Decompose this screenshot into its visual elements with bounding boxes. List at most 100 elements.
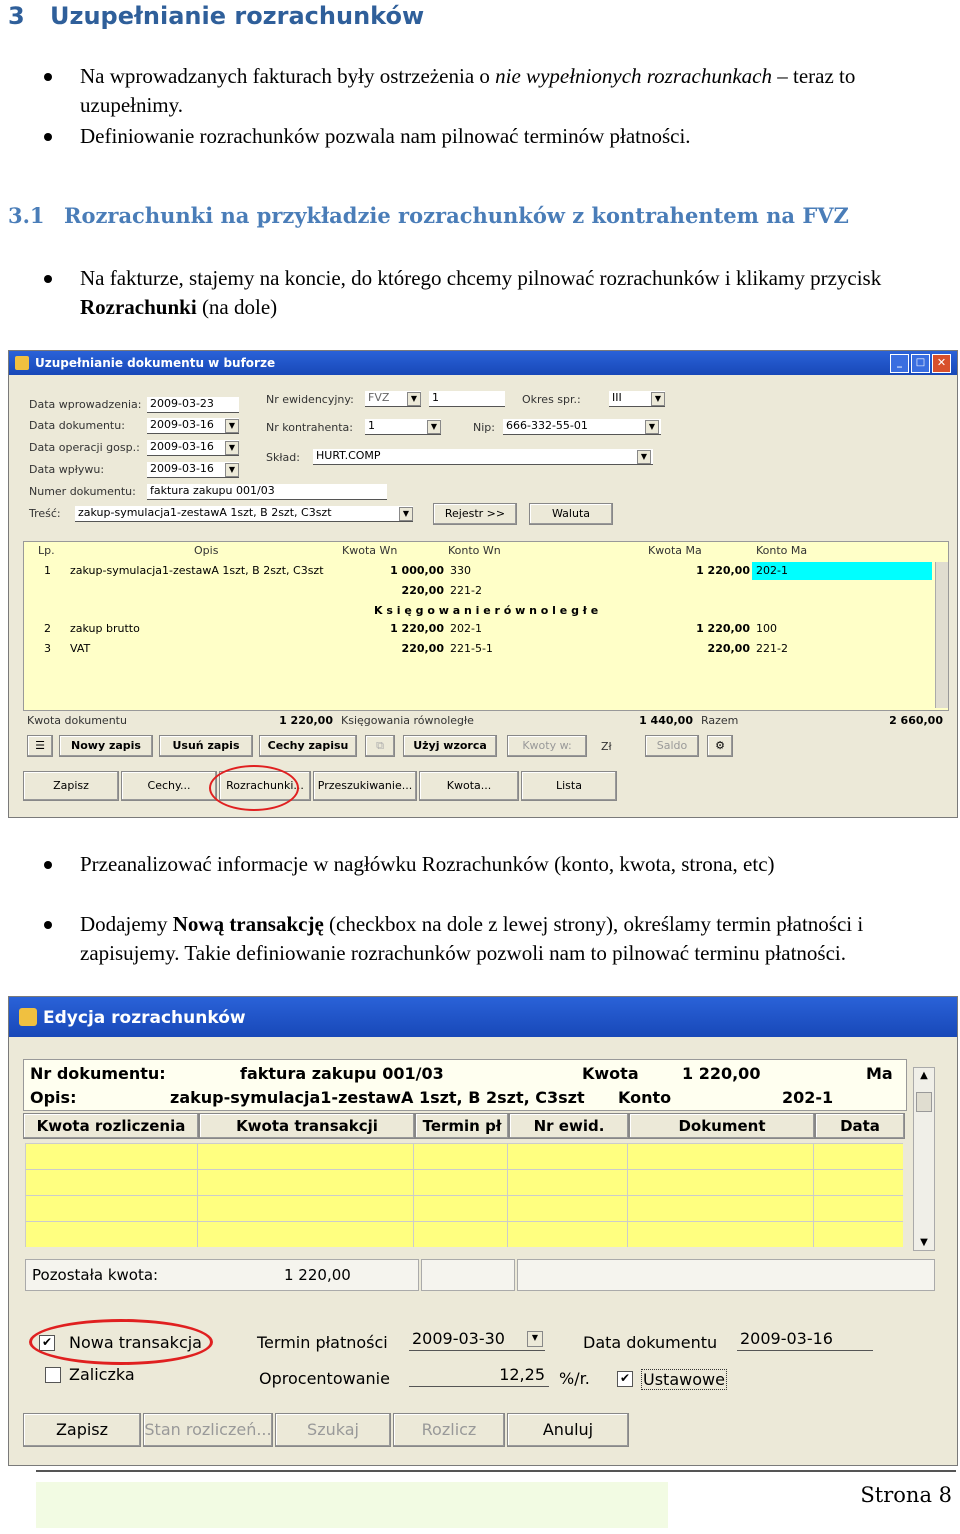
chevron-down-icon[interactable]: ▼ [527, 1331, 543, 1347]
footer-box [36, 1482, 668, 1528]
data-dokumentu-label: Data dokumentu: [29, 419, 125, 432]
data-wprowadzenia-label: Data wprowadzenia: [29, 398, 142, 411]
copy-icon[interactable]: ⧉ [365, 735, 395, 757]
chevron-down-icon[interactable]: ▼ [645, 420, 659, 434]
kwoty-w-button[interactable]: Kwoty w: [507, 735, 587, 757]
nr-ewidencyjny-field[interactable]: 1 [429, 391, 505, 407]
chevron-down-icon[interactable]: ▼ [427, 420, 441, 434]
chevron-down-icon[interactable]: ▼ [407, 392, 421, 406]
bullet-dot [44, 861, 52, 869]
currency-label: Zł [601, 740, 612, 753]
chevron-down-icon[interactable]: ▼ [399, 507, 413, 521]
bullet-dot [44, 73, 52, 81]
waluta-button[interactable]: Waluta [529, 503, 613, 525]
parallel-posting-label: K s i ę g o w a n i e r ó w n o l e g ł … [374, 604, 599, 617]
column-header[interactable]: Dokument [629, 1113, 815, 1139]
settings-icon[interactable]: ⚙ [707, 735, 733, 757]
page-number: Strona 8 [860, 1483, 952, 1507]
kwota-dokumentu-value: 1 220,00 [279, 714, 333, 727]
vertical-scrollbar[interactable] [935, 562, 948, 708]
window-titlebar: Uzupełnianie dokumentu w buforze _ □ ✕ [9, 351, 957, 375]
column-header[interactable]: Kwota transakcji [199, 1113, 415, 1139]
selected-cell[interactable]: 202-1 [752, 562, 932, 580]
table-row[interactable]: 1 zakup-symulacja1-zestawA 1szt, B 2szt,… [24, 562, 948, 580]
settlements-grid[interactable] [25, 1143, 903, 1247]
zaliczka-checkbox[interactable] [45, 1367, 61, 1383]
footer-rule [36, 1470, 956, 1472]
ustawowe-checkbox[interactable]: ✔ [617, 1371, 633, 1387]
oprocentowanie-field[interactable]: 12,25 [409, 1365, 549, 1387]
minimize-icon[interactable]: _ [890, 354, 909, 373]
nip-label: Nip: [473, 421, 495, 434]
ksiegowania-value: 1 440,00 [639, 714, 693, 727]
chevron-down-icon[interactable]: ▼ [225, 463, 239, 477]
app-icon [15, 356, 29, 370]
highlight-circle [209, 765, 299, 811]
zapisz-button[interactable]: Zapisz [23, 771, 119, 801]
table-row[interactable]: 2 zakup brutto 1 220,00 202-1 1 220,00 1… [24, 620, 948, 638]
column-header[interactable]: Kwota rozliczenia [23, 1113, 199, 1139]
maximize-icon[interactable]: □ [911, 354, 930, 373]
zapisz-button[interactable]: Zapisz [23, 1413, 141, 1447]
app-icon [19, 1008, 37, 1026]
bullet-dot [44, 133, 52, 141]
chevron-down-icon[interactable]: ▼ [225, 441, 239, 455]
table-row[interactable]: 220,00 221-2 [24, 582, 948, 600]
saldo-button[interactable]: Saldo [645, 735, 699, 757]
okres-spr-label: Okres spr.: [522, 393, 581, 406]
lista-button[interactable]: Lista [521, 771, 617, 801]
sklad-label: Skład: [266, 451, 300, 464]
chevron-down-icon[interactable]: ▼ [637, 450, 651, 464]
document-buffer-window: Uzupełnianie dokumentu w buforze _ □ ✕ D… [8, 350, 958, 818]
cechy-zapisu-button[interactable]: Cechy zapisu [259, 735, 357, 757]
termin-platnosci-field[interactable]: 2009-03-30 [409, 1329, 545, 1351]
usun-zapis-button[interactable]: Usuń zapis [159, 735, 253, 757]
scroll-thumb[interactable] [916, 1092, 932, 1112]
nowy-zapis-button[interactable]: Nowy zapis [59, 735, 153, 757]
rozlicz-button[interactable]: Rozlicz [393, 1413, 505, 1447]
vertical-scrollbar[interactable]: ▲ ▼ [913, 1067, 935, 1251]
tresc-field[interactable]: zakup-symulacja1-zestawA 1szt, B 2szt, C… [75, 506, 413, 522]
stan-rozliczen-button[interactable]: Stan rozliczeń... [143, 1413, 273, 1447]
nip-field[interactable]: 666-332-55-01 [503, 419, 661, 435]
section-heading: 3 Uzupełnianie rozrachunków [8, 2, 425, 30]
razem-value: 2 660,00 [889, 714, 943, 727]
column-header[interactable]: Nr ewid. [509, 1113, 629, 1139]
edycja-rozrachunkow-window: Edycja rozrachunków Nr dokumentu: faktur… [8, 996, 958, 1466]
menu-icon[interactable]: ☰ [27, 735, 53, 757]
chevron-down-icon[interactable]: ▼ [914, 1237, 934, 1248]
column-header[interactable]: Termin pł [415, 1113, 509, 1139]
remaining-amount-box: Pozostała kwota: 1 220,00 [25, 1259, 419, 1291]
subsection-heading: 3.1 Rozrachunki na przykładzie rozrachunk… [8, 203, 849, 228]
column-header[interactable]: Data [815, 1113, 905, 1139]
zaliczka-label: Zaliczka [69, 1365, 135, 1384]
anuluj-button[interactable]: Anuluj [507, 1413, 629, 1447]
table-row[interactable]: 3 VAT 220,00 221-5-1 220,00 221-2 [24, 640, 948, 658]
szukaj-button[interactable]: Szukaj [275, 1413, 391, 1447]
ustawowe-label: Ustawowe [641, 1369, 727, 1390]
nr-kontrahenta-label: Nr kontrahenta: [266, 421, 353, 434]
entries-grid: Lp. Opis Kwota Wn Konto Wn Kwota Ma Kont… [23, 541, 949, 711]
highlight-circle [29, 1319, 213, 1365]
chevron-down-icon[interactable]: ▼ [651, 392, 665, 406]
close-icon[interactable]: ✕ [932, 354, 951, 373]
data-wprowadzenia-field[interactable]: 2009-03-23 [147, 397, 239, 413]
uzyj-wzorca-button[interactable]: Użyj wzorca [403, 735, 497, 757]
window-titlebar: Edycja rozrachunków [9, 997, 957, 1037]
cechy-button[interactable]: Cechy... [121, 771, 217, 801]
numer-dokumentu-field[interactable]: faktura zakupu 001/03 [147, 484, 387, 500]
sklad-field[interactable]: HURT.COMP [313, 449, 653, 465]
nr-ewidencyjny-label: Nr ewidencyjny: [266, 393, 354, 406]
kwota-button[interactable]: Kwota... [419, 771, 519, 801]
chevron-down-icon[interactable]: ▼ [225, 419, 239, 433]
chevron-up-icon[interactable]: ▲ [914, 1070, 934, 1081]
data-wplywu-label: Data wpływu: [29, 463, 105, 476]
data-dokumentu-field: 2009-03-16 [737, 1329, 873, 1351]
numer-dokumentu-label: Numer dokumentu: [29, 485, 136, 498]
bullet-dot [44, 275, 52, 283]
rejestr-button[interactable]: Rejestr >> [433, 503, 517, 525]
bullet-dot [44, 921, 52, 929]
data-operacji-label: Data operacji gosp.: [29, 441, 140, 454]
przeszukiwanie-button[interactable]: Przeszukiwanie... [313, 771, 417, 801]
document-header: Nr dokumentu: faktura zakupu 001/03 Kwot… [23, 1059, 907, 1111]
